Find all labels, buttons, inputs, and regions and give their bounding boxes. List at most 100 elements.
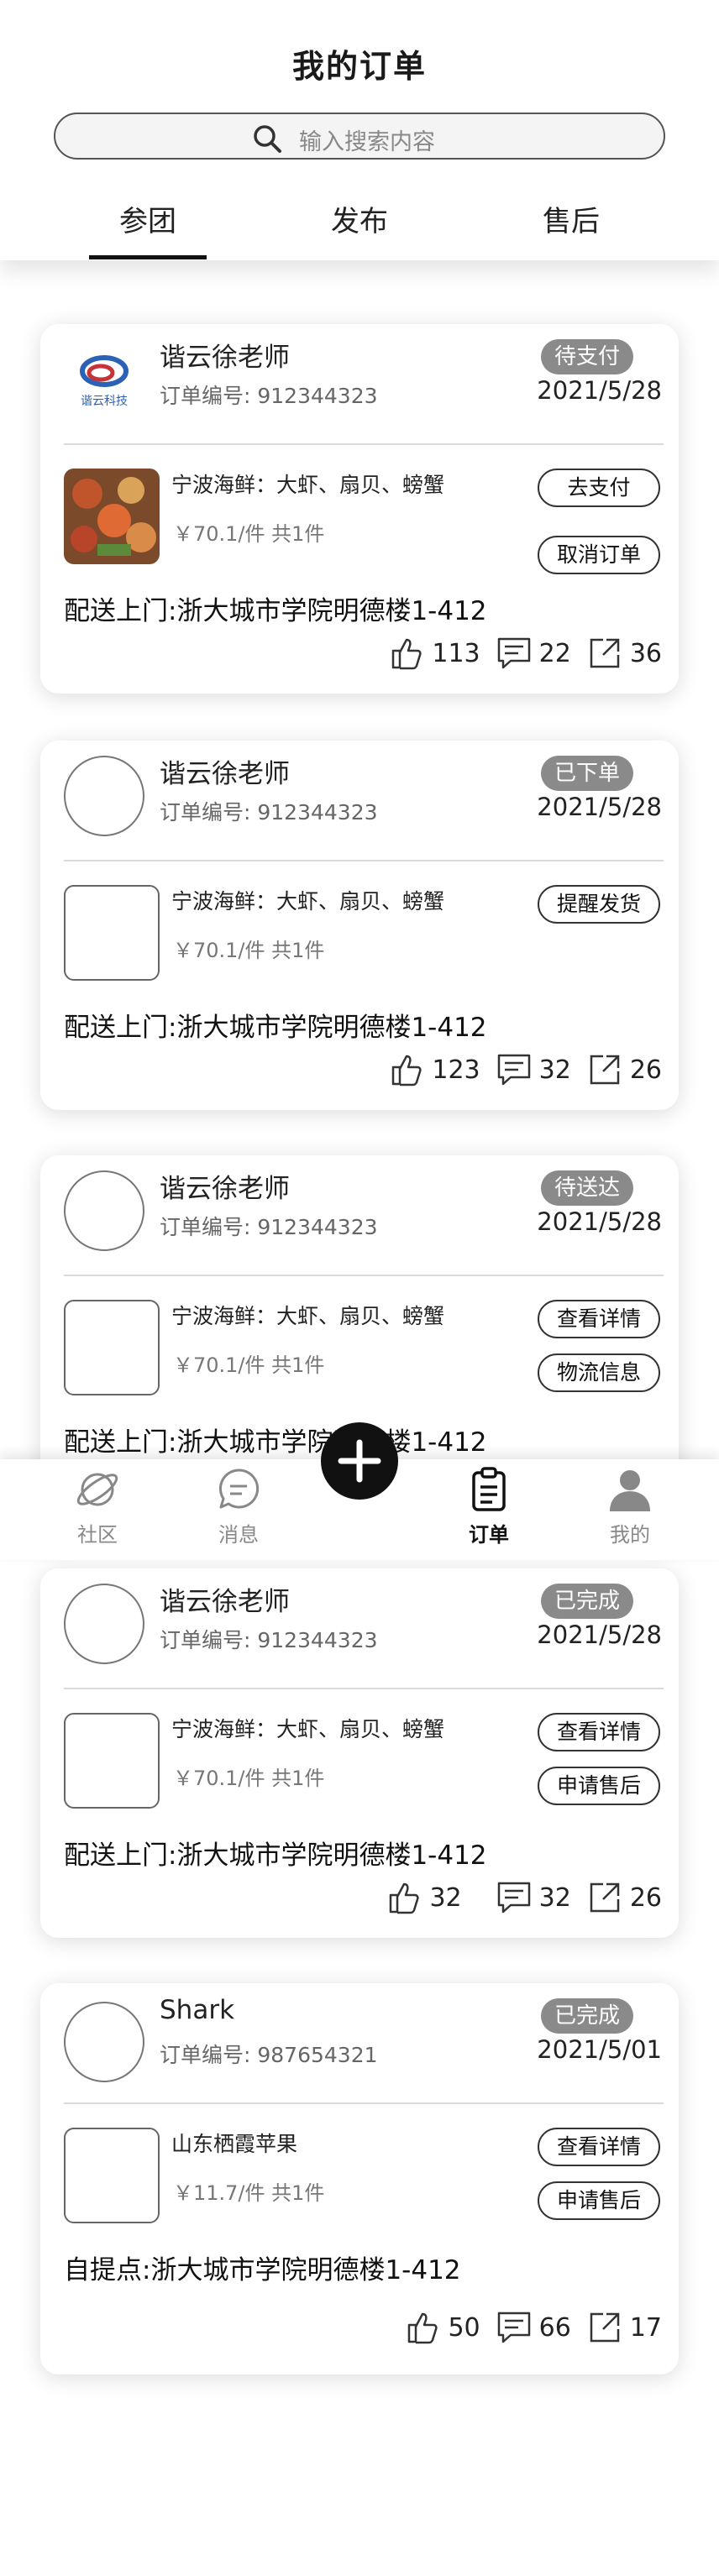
clipboard-icon xyxy=(472,1467,506,1511)
stats-bar: 32 32 26 xyxy=(370,1879,662,1916)
delivery-address: 配送上门:浙大城市学院明德楼1-412 xyxy=(64,596,487,626)
divider xyxy=(64,1275,664,1276)
order-card[interactable]: 谐云科技 谐云徐老师 订单编号: 912344323 待支付 2021/5/28… xyxy=(40,324,679,694)
seller-name: 谐云徐老师 xyxy=(160,1587,290,1617)
comment-stat[interactable]: 32 xyxy=(496,1879,571,1916)
seller-name: Shark xyxy=(160,1995,235,2025)
order-number: 订单编号: 912344323 xyxy=(160,384,378,408)
nav-orders[interactable]: 订单 xyxy=(438,1459,539,1560)
comment-count: 32 xyxy=(538,1882,571,1913)
share-count: 26 xyxy=(629,1055,662,1085)
avatar xyxy=(64,2002,144,2082)
tab-after-sales[interactable]: 售后 xyxy=(487,198,655,239)
person-icon xyxy=(610,1470,650,1511)
search-placeholder: 输入搜索内容 xyxy=(299,129,435,155)
avatar xyxy=(64,1584,144,1664)
like-stat[interactable]: 50 xyxy=(404,2309,480,2346)
share-icon xyxy=(590,1882,620,1913)
order-number: 订单编号: 912344323 xyxy=(160,1628,378,1652)
seller-name: 谐云徐老师 xyxy=(160,1174,290,1204)
like-count: 113 xyxy=(432,638,480,668)
order-date: 2021/5/28 xyxy=(537,376,662,405)
comment-stat[interactable]: 66 xyxy=(496,2309,571,2346)
thumbs-up-icon xyxy=(408,2312,438,2344)
product-price: ￥11.7/件 共1件 xyxy=(173,2181,325,2205)
view-details-button[interactable]: 查看详情 xyxy=(538,1300,660,1338)
status-badge: 已完成 xyxy=(540,1584,633,1619)
comment-count: 22 xyxy=(538,638,571,668)
seller-name: 谐云徐老师 xyxy=(160,759,290,789)
share-stat[interactable]: 26 xyxy=(586,1051,662,1088)
product-name: 宁波海鲜：大虾、扇贝、螃蟹 xyxy=(171,473,445,497)
seller-name: 谐云徐老师 xyxy=(160,343,290,373)
product-name: 宁波海鲜：大虾、扇贝、螃蟹 xyxy=(171,889,445,914)
product-price: ￥70.1/件 共1件 xyxy=(173,1767,325,1790)
divider xyxy=(64,443,664,445)
nav-profile[interactable]: 我的 xyxy=(580,1459,680,1560)
order-card[interactable]: 谐云徐老师 订单编号: 912344323 已下单 2021/5/28 宁波海鲜… xyxy=(40,741,679,1110)
order-date: 2021/5/01 xyxy=(537,2035,662,2064)
comment-count: 66 xyxy=(538,2312,571,2343)
logistics-button[interactable]: 物流信息 xyxy=(538,1353,660,1392)
cancel-order-button[interactable]: 取消订单 xyxy=(538,536,660,574)
status-badge: 已下单 xyxy=(540,756,633,791)
share-stat[interactable]: 36 xyxy=(586,635,662,672)
nav-community[interactable]: 社区 xyxy=(47,1459,148,1560)
share-count: 26 xyxy=(629,1882,662,1913)
view-details-button[interactable]: 查看详情 xyxy=(538,1713,660,1751)
product-image[interactable] xyxy=(64,2128,160,2223)
order-date: 2021/5/28 xyxy=(537,1207,662,1236)
share-icon xyxy=(590,638,620,668)
like-stat[interactable]: 123 xyxy=(388,1051,480,1088)
order-card[interactable]: Shark 订单编号: 987654321 已完成 2021/5/01 山东栖霞… xyxy=(40,1983,679,2374)
tab-publish[interactable]: 发布 xyxy=(276,198,443,239)
pay-button[interactable]: 去支付 xyxy=(538,469,660,507)
product-name: 山东栖霞苹果 xyxy=(171,2132,298,2156)
after-sales-button[interactable]: 申请售后 xyxy=(538,2181,660,2220)
product-price: ￥70.1/件 共1件 xyxy=(173,522,325,546)
comment-icon xyxy=(497,2312,530,2343)
remind-ship-button[interactable]: 提醒发货 xyxy=(538,885,660,924)
product-image[interactable] xyxy=(64,885,160,981)
nav-messages[interactable]: 消息 xyxy=(188,1459,289,1560)
divider xyxy=(64,860,664,861)
view-details-button[interactable]: 查看详情 xyxy=(538,2128,660,2166)
delivery-address: 配送上门:浙大城市学院明德楼1-412 xyxy=(64,1840,487,1871)
delivery-address: 配送上门:浙大城市学院明德楼1-412 xyxy=(64,1427,487,1458)
planet-icon xyxy=(76,1473,118,1506)
share-count: 17 xyxy=(629,2312,662,2343)
message-icon xyxy=(218,1469,260,1509)
like-stat[interactable]: 113 xyxy=(388,635,480,672)
after-sales-button[interactable]: 申请售后 xyxy=(538,1767,660,1805)
product-price: ￥70.1/件 共1件 xyxy=(173,939,325,962)
share-stat[interactable]: 17 xyxy=(586,2309,662,2346)
divider xyxy=(64,1688,664,1689)
page-title: 我的订单 xyxy=(291,48,427,85)
comment-stat[interactable]: 22 xyxy=(496,635,571,672)
comment-icon xyxy=(497,637,530,669)
share-stat[interactable]: 26 xyxy=(586,1879,662,1916)
status-badge: 已完成 xyxy=(540,1998,633,2034)
delivery-address: 配送上门:浙大城市学院明德楼1-412 xyxy=(64,1013,487,1043)
product-image[interactable] xyxy=(64,1300,160,1395)
like-stat[interactable]: 32 xyxy=(386,1879,462,1916)
svg-text:谐云科技: 谐云科技 xyxy=(81,395,128,408)
seller-logo: 谐云科技 xyxy=(64,339,144,420)
product-name: 宁波海鲜：大虾、扇贝、螃蟹 xyxy=(171,1717,445,1741)
order-card[interactable]: 谐云徐老师 订单编号: 912344323 已完成 2021/5/28 宁波海鲜… xyxy=(40,1568,679,1938)
product-image[interactable] xyxy=(64,469,160,564)
order-date: 2021/5/28 xyxy=(537,793,662,821)
search-icon xyxy=(254,125,281,153)
thumbs-up-icon xyxy=(390,1882,420,1914)
add-button[interactable] xyxy=(321,1422,398,1500)
tab-group-buy[interactable]: 参团 xyxy=(64,198,232,239)
order-number: 订单编号: 987654321 xyxy=(160,2043,378,2067)
search-input[interactable]: 输入搜索内容 xyxy=(54,113,665,160)
plus-icon xyxy=(338,1439,381,1483)
thumbs-up-icon xyxy=(392,1055,422,1086)
comment-count: 32 xyxy=(538,1055,571,1085)
comment-stat[interactable]: 32 xyxy=(496,1051,571,1088)
order-number: 订单编号: 912344323 xyxy=(160,800,378,825)
share-icon xyxy=(590,1055,620,1085)
product-image[interactable] xyxy=(64,1713,160,1809)
